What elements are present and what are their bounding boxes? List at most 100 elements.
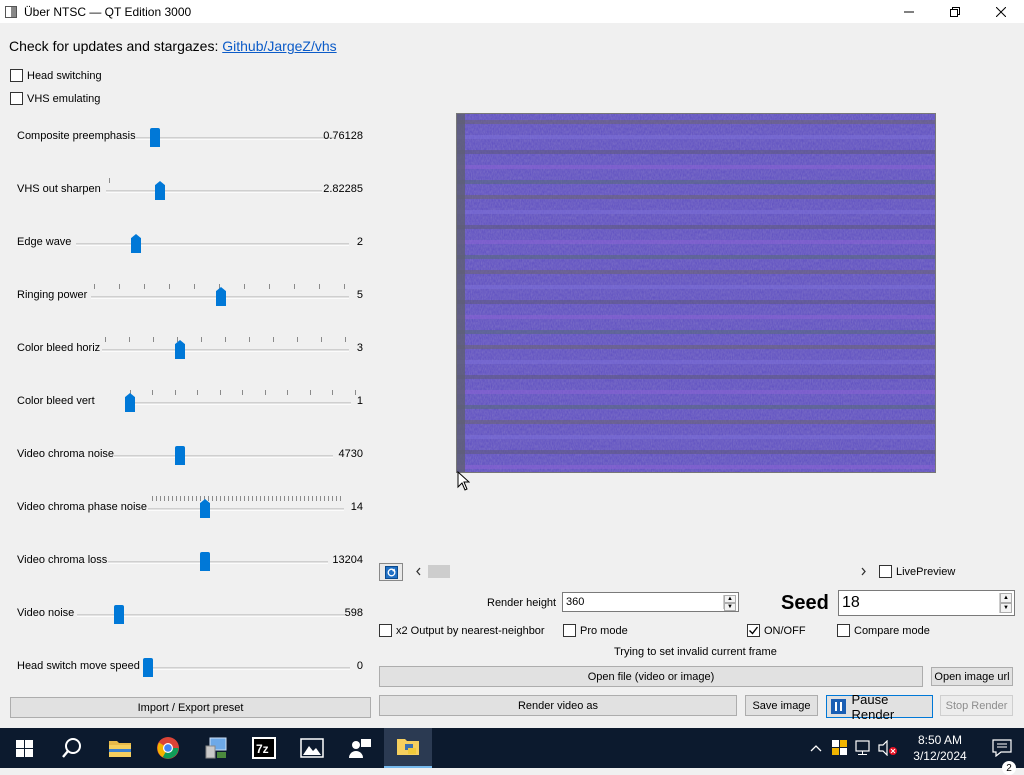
slider-track[interactable] xyxy=(148,508,344,511)
checkbox-box[interactable] xyxy=(563,624,576,637)
slider-thumb[interactable] xyxy=(175,446,185,465)
seed-input[interactable]: 18 ▲ ▼ xyxy=(838,590,1015,616)
seed-value: 18 xyxy=(842,594,860,611)
checkbox-box[interactable] xyxy=(879,565,892,578)
search-icon xyxy=(62,738,81,758)
slider-label: Composite preemphasis xyxy=(17,130,136,142)
vhs-emulating-checkbox[interactable]: VHS emulating xyxy=(10,92,100,105)
chevron-up-icon xyxy=(810,745,822,752)
slider-label: Video chroma loss xyxy=(17,554,108,566)
search-button[interactable] xyxy=(48,728,96,768)
slider-thumb[interactable] xyxy=(175,340,185,359)
open-image-url-button[interactable]: Open image url xyxy=(931,667,1013,686)
slider-edge-wave: Edge wave 2 xyxy=(17,231,363,255)
open-file-button[interactable]: Open file (video or image) xyxy=(379,666,923,687)
slider-label: Ringing power xyxy=(17,289,88,301)
import-export-preset-button[interactable]: Import / Export preset xyxy=(10,697,371,718)
slider-track[interactable] xyxy=(143,667,350,670)
notification-icon xyxy=(992,739,1012,757)
taskbar-photos[interactable] xyxy=(288,728,336,768)
checkbox-box[interactable] xyxy=(837,624,850,637)
github-link[interactable]: Github/JargeZ/vhs xyxy=(222,38,336,54)
tray-overflow-button[interactable] xyxy=(804,744,828,752)
tray-network[interactable] xyxy=(852,740,876,756)
slider-thumb[interactable] xyxy=(143,658,153,677)
slider-track[interactable] xyxy=(102,349,349,352)
slider-value: 2 xyxy=(356,236,363,248)
slider-track[interactable] xyxy=(136,137,334,140)
spin-up-icon[interactable]: ▲ xyxy=(1000,593,1012,603)
live-preview-checkbox[interactable]: LivePreview xyxy=(879,565,955,578)
slider-track[interactable] xyxy=(126,402,351,405)
close-button[interactable] xyxy=(978,0,1024,23)
slider-track[interactable] xyxy=(76,243,349,246)
checkbox-box[interactable] xyxy=(379,624,392,637)
slider-value: 3 xyxy=(356,342,363,354)
pro-mode-checkbox[interactable]: Pro mode xyxy=(563,624,628,637)
slider-label: VHS out sharpen xyxy=(17,183,101,195)
slider-track[interactable] xyxy=(106,190,322,193)
taskbar-chrome[interactable] xyxy=(144,728,192,768)
checkbox-box[interactable] xyxy=(747,624,760,637)
checkbox-box[interactable] xyxy=(10,69,23,82)
slider-label: Video noise xyxy=(17,607,75,619)
system-tray: 8:50 AM 3/12/2024 2 xyxy=(804,728,1024,775)
update-notice: Check for updates and stargazes: Github/… xyxy=(9,38,337,54)
status-text: Trying to set invalid current frame xyxy=(614,646,777,658)
taskbar: 7z 8:50 AM 3/12/2024 2 xyxy=(0,728,1024,775)
notification-center-button[interactable]: 2 xyxy=(980,739,1024,775)
slider-thumb[interactable] xyxy=(216,287,226,306)
checkbox-box[interactable] xyxy=(10,92,23,105)
slider-thumb[interactable] xyxy=(114,605,124,624)
x2-output-checkbox[interactable]: x2 Output by nearest-neighbor xyxy=(379,624,545,637)
taskbar-people[interactable] xyxy=(336,728,384,768)
taskbar-7zip[interactable]: 7z xyxy=(240,728,288,768)
render-video-button[interactable]: Render video as xyxy=(379,695,737,716)
pause-icon xyxy=(831,699,846,714)
save-image-button[interactable]: Save image xyxy=(745,695,818,716)
render-height-value: 360 xyxy=(566,596,585,608)
slider-thumb[interactable] xyxy=(125,393,135,412)
slider-track[interactable] xyxy=(108,561,328,564)
maximize-button[interactable] xyxy=(932,0,978,23)
taskbar-python-app[interactable] xyxy=(384,728,432,768)
volume-muted-icon xyxy=(878,740,897,756)
restore-icon xyxy=(950,6,960,17)
head-switching-checkbox[interactable]: Head switching xyxy=(10,69,102,82)
tray-volume[interactable] xyxy=(876,740,900,756)
tray-security[interactable] xyxy=(828,740,852,756)
system-clock[interactable]: 8:50 AM 3/12/2024 xyxy=(900,732,980,764)
compare-mode-checkbox[interactable]: Compare mode xyxy=(837,624,930,637)
checkbox-label: Head switching xyxy=(27,69,102,82)
slider-thumb[interactable] xyxy=(150,128,160,147)
close-icon xyxy=(996,6,1006,17)
slider-thumb[interactable] xyxy=(200,552,210,571)
checkmark-icon xyxy=(749,626,759,635)
spin-up-icon[interactable]: ▲ xyxy=(724,595,736,603)
taskbar-control-panel[interactable] xyxy=(192,728,240,768)
render-height-input[interactable]: 360 ▲ ▼ xyxy=(562,592,739,612)
minimize-button[interactable] xyxy=(886,0,932,23)
checkbox-label: Pro mode xyxy=(580,624,628,637)
on-off-checkbox[interactable]: ON/OFF xyxy=(747,624,806,637)
update-text: Check for updates and stargazes: xyxy=(9,38,223,54)
slider-thumb[interactable] xyxy=(131,234,141,253)
slider-track[interactable] xyxy=(114,455,333,458)
slider-thumb[interactable] xyxy=(155,181,165,200)
refresh-icon xyxy=(384,565,398,579)
frame-scrollbar[interactable] xyxy=(410,563,872,580)
slider-thumb[interactable] xyxy=(200,499,210,518)
spin-down-icon[interactable]: ▼ xyxy=(724,603,736,611)
seed-label: Seed xyxy=(781,592,829,614)
clock-date: 3/12/2024 xyxy=(913,749,967,763)
slider-color-bleed-vert: Color bleed vert 1 xyxy=(17,390,363,414)
pause-render-button[interactable]: Pause Render xyxy=(826,692,933,722)
mouse-cursor-icon xyxy=(457,471,470,491)
start-button[interactable] xyxy=(0,728,48,768)
network-icon xyxy=(855,740,870,755)
refresh-preview-button[interactable] xyxy=(379,563,403,581)
title-bar: Über NTSC — QT Edition 3000 xyxy=(0,0,1024,23)
slider-video-noise: Video noise 598 xyxy=(17,602,363,626)
taskbar-file-explorer[interactable] xyxy=(96,728,144,768)
spin-down-icon[interactable]: ▼ xyxy=(1000,603,1012,613)
